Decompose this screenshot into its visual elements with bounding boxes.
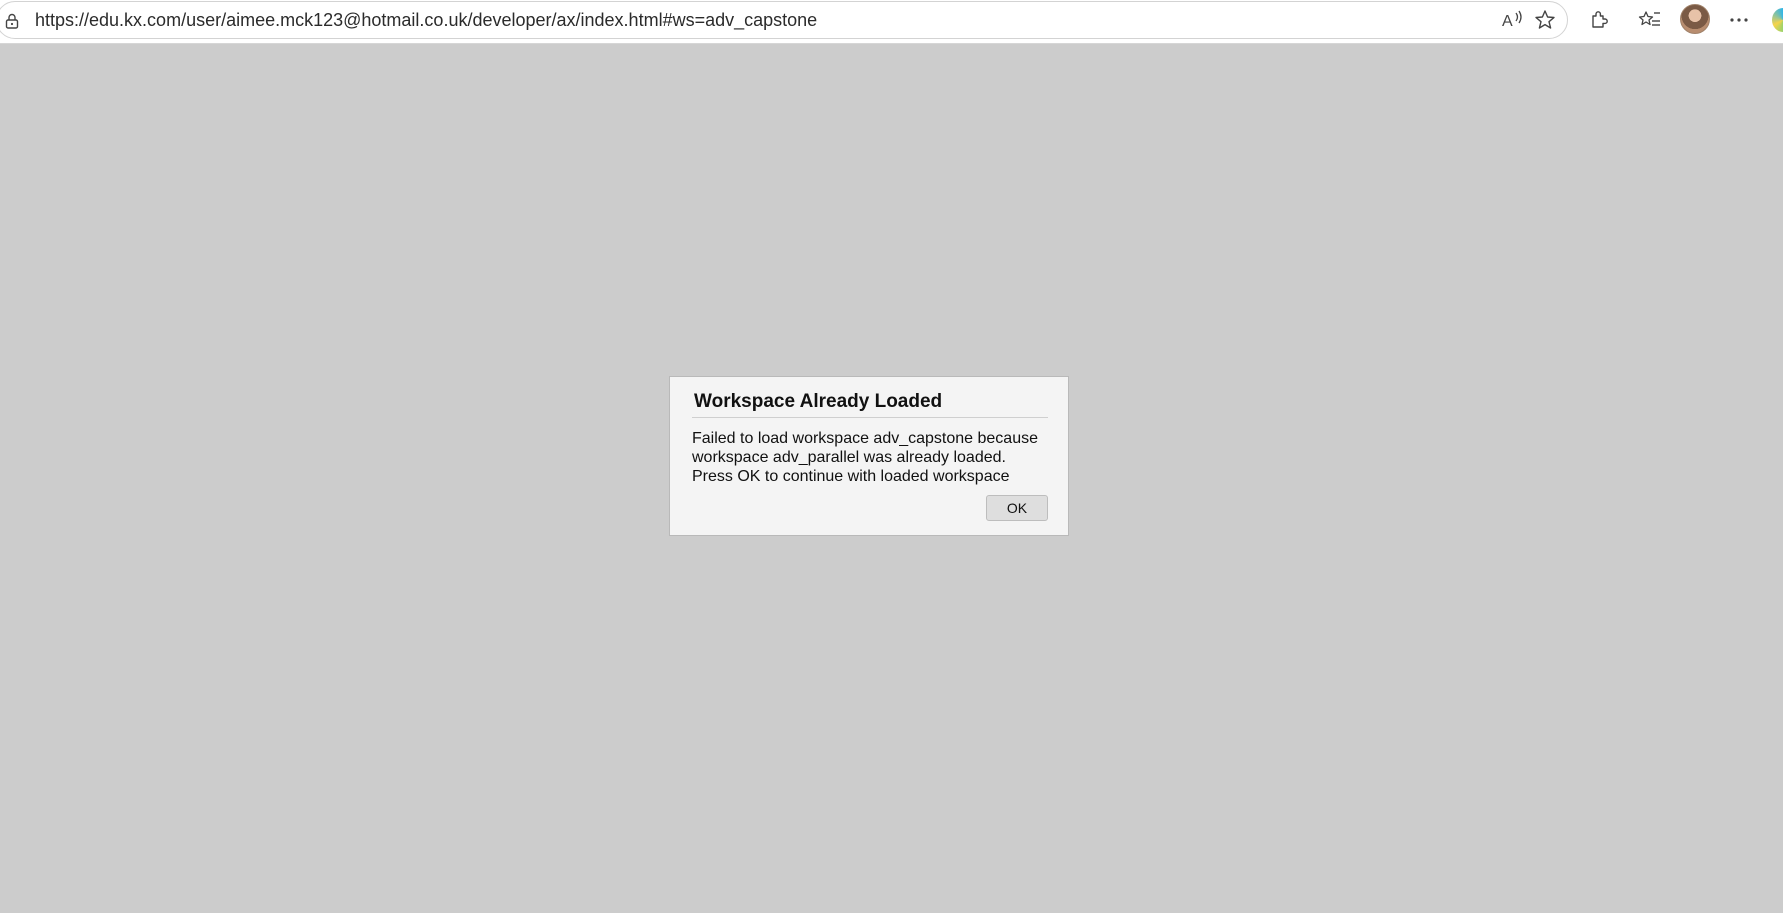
dialog-divider [692, 417, 1048, 418]
favorites-icon[interactable] [1637, 7, 1663, 33]
extensions-icon[interactable] [1586, 7, 1612, 33]
favorite-star-icon[interactable] [1532, 7, 1558, 33]
edge-copilot-icon[interactable] [1772, 8, 1783, 32]
dialog-message-line-1: Failed to load workspace adv_capstone be… [692, 430, 1038, 447]
dialog-message-line-3: Press OK to continue with loaded workspa… [692, 468, 1010, 485]
url-text[interactable]: https://edu.kx.com/user/aimee.mck123@hot… [35, 10, 817, 31]
profile-avatar[interactable] [1680, 4, 1710, 34]
ok-button[interactable]: OK [986, 495, 1048, 521]
read-aloud-icon[interactable]: A [1500, 7, 1526, 33]
svg-text:A: A [1502, 13, 1513, 30]
dialog-title: Workspace Already Loaded [694, 391, 943, 412]
more-menu-icon[interactable] [1726, 7, 1752, 33]
browser-toolbar: https://edu.kx.com/user/aimee.mck123@hot… [0, 0, 1783, 44]
dialog-message-line-2: workspace adv_parallel was already loade… [692, 449, 1006, 466]
dialog-message: Failed to load workspace adv_capstone be… [692, 429, 1062, 486]
workspace-already-loaded-dialog: Workspace Already Loaded Failed to load … [669, 376, 1069, 536]
lock-icon[interactable] [3, 12, 21, 30]
address-bar[interactable]: https://edu.kx.com/user/aimee.mck123@hot… [0, 1, 1568, 39]
